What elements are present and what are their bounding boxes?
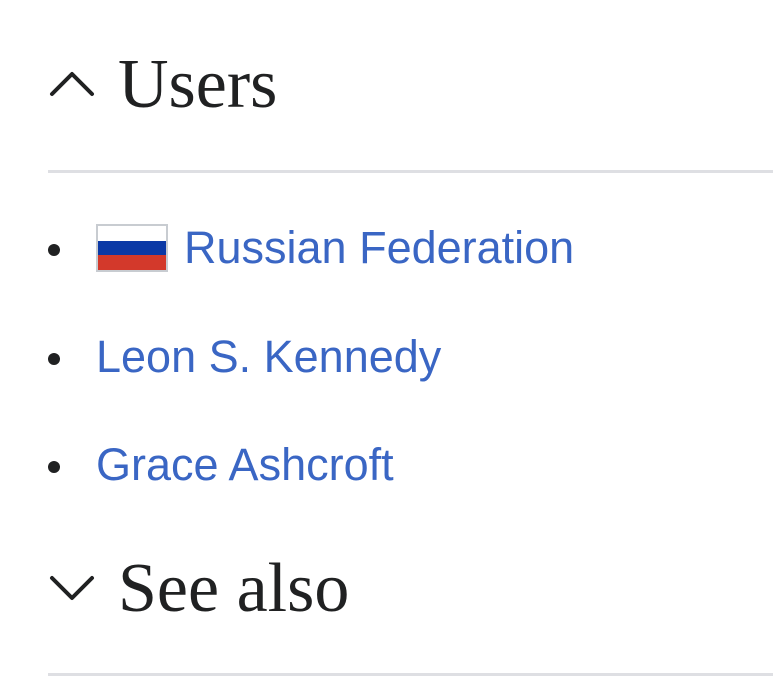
section-divider [48, 673, 773, 676]
users-section-title: Users [118, 46, 278, 123]
users-section-header[interactable]: Users [0, 44, 773, 124]
leon-s-kennedy-link[interactable]: Leon S. Kennedy [96, 331, 441, 383]
list-item: Russian Federation [0, 220, 700, 280]
russia-flag-icon [96, 224, 168, 272]
grace-ashcroft-link[interactable]: Grace Ashcroft [96, 439, 394, 491]
list-item: Grace Ashcroft [0, 437, 700, 497]
bullet-icon [48, 353, 60, 365]
chevron-down-icon[interactable] [48, 568, 96, 608]
bullet-icon [48, 461, 60, 473]
chevron-up-icon[interactable] [48, 64, 96, 104]
see-also-section-title: See also [118, 550, 350, 627]
bullet-icon [48, 244, 60, 256]
russian-federation-link[interactable]: Russian Federation [184, 222, 574, 274]
section-divider [48, 170, 773, 173]
list-item: Leon S. Kennedy [0, 329, 700, 389]
see-also-section-header[interactable]: See also [0, 548, 773, 628]
